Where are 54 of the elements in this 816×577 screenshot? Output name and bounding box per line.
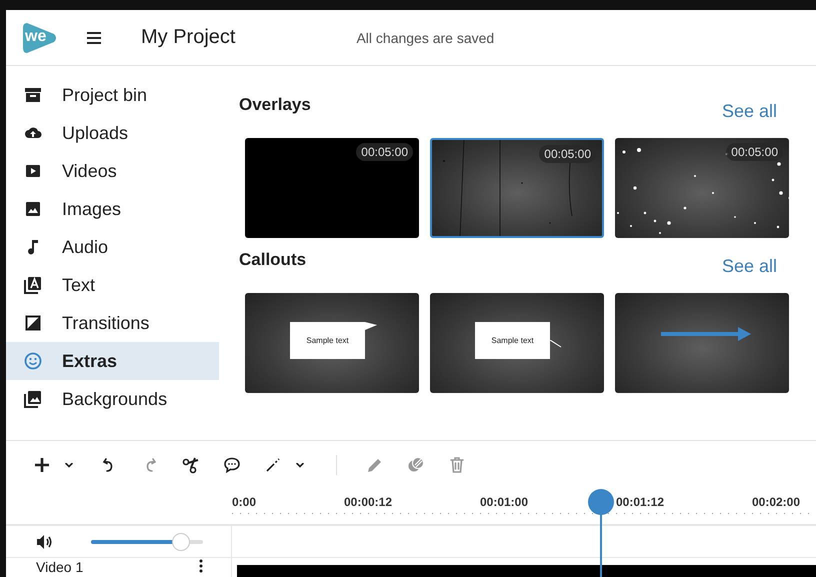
scissors-icon	[181, 455, 201, 475]
template-thumbnail[interactable]: Sample text	[430, 293, 604, 393]
caret-icon	[296, 462, 304, 468]
duration-badge: 00:05:00	[356, 143, 413, 161]
slider-handle[interactable]	[172, 532, 190, 550]
callout-tail	[365, 322, 377, 330]
template-thumbnail[interactable]: 00:05:00	[615, 138, 789, 238]
duration-badge: 00:05:00	[539, 145, 596, 163]
menu-icon	[87, 32, 101, 44]
caret-icon	[65, 462, 73, 468]
section-heading: Overlays	[239, 95, 311, 115]
sidebar-item[interactable]: Images	[6, 190, 219, 228]
play-icon	[24, 162, 42, 180]
logo-badge-icon	[21, 20, 59, 54]
save-status: All changes are saved	[356, 30, 494, 46]
sidebar-item[interactable]: Audio	[6, 228, 219, 266]
template-thumbnail[interactable]: 00:05:00	[430, 138, 604, 238]
see-all-link[interactable]: See all	[722, 256, 777, 278]
see-all-link[interactable]: See all	[722, 101, 777, 123]
sidebar-item[interactable]: Uploads	[6, 114, 219, 152]
template-thumbnail[interactable]: Sample text	[245, 293, 419, 393]
caret-button[interactable]	[63, 460, 75, 470]
smiley-icon	[24, 352, 42, 370]
speech-bubble-icon	[222, 455, 242, 475]
menu-button[interactable]	[85, 30, 103, 46]
sidebar-item[interactable]: Videos	[6, 152, 219, 190]
speaker-icon	[36, 534, 54, 550]
archive-icon	[24, 86, 42, 104]
template-thumbnail[interactable]: 00:05:00	[245, 138, 419, 238]
time-label: 00:00:12	[342, 495, 394, 509]
callout-text: Sample text	[475, 322, 550, 359]
images-icon	[24, 390, 42, 408]
caret-button[interactable]	[294, 460, 306, 470]
sidebar-item[interactable]: Transitions	[6, 304, 219, 342]
template-thumbnail[interactable]	[615, 293, 789, 393]
add-icon	[32, 455, 52, 475]
duration-badge: 00:05:00	[726, 143, 783, 161]
image-icon	[24, 200, 42, 218]
sidebar-item[interactable]: Extras	[6, 342, 219, 380]
callout-text: Sample text	[290, 322, 365, 359]
project-title: My Project	[141, 26, 236, 49]
time-label: 00:01:00	[478, 495, 530, 509]
text-icon	[24, 276, 42, 294]
time-label: 00:02:00	[750, 495, 802, 509]
logo-text: we	[25, 28, 46, 46]
time-label: 00:01:12	[614, 495, 666, 509]
track-name: Video 1	[36, 559, 84, 575]
transition-icon	[24, 314, 42, 332]
sidebar-item[interactable]: Backgrounds	[6, 380, 219, 418]
sidebar-item[interactable]: Text	[6, 266, 219, 304]
time-label: 0:00	[232, 495, 258, 509]
section-heading: Callouts	[239, 250, 306, 270]
sidebar-item[interactable]: Project bin	[6, 76, 219, 114]
more-icon	[199, 559, 203, 573]
